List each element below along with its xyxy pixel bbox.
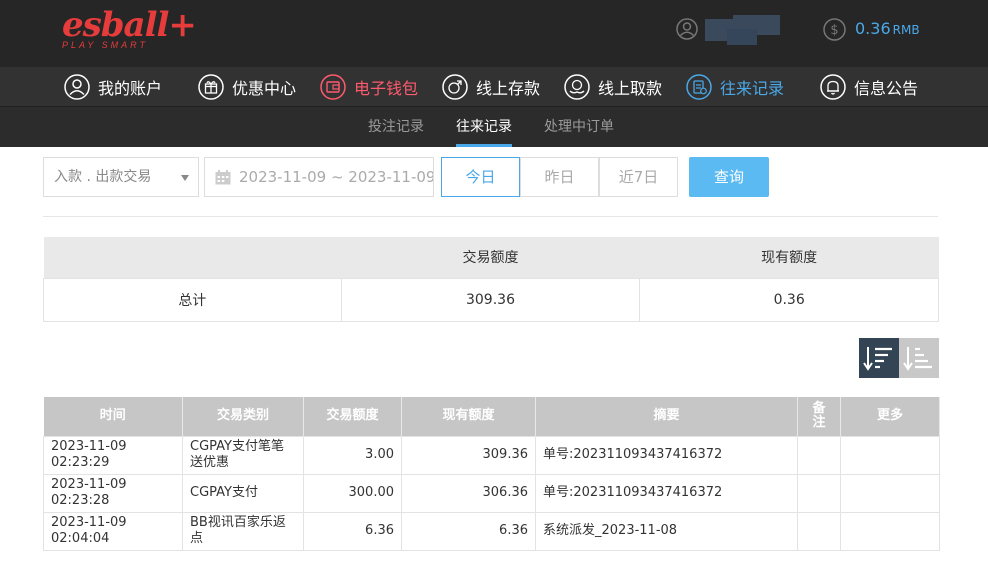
cell-more[interactable]	[840, 473, 940, 513]
cell-more[interactable]	[840, 511, 940, 551]
col-header-remark: 备注	[797, 397, 841, 436]
dollar-icon: $	[823, 18, 846, 41]
col-header-amount: 交易额度	[303, 397, 402, 436]
col-header-time: 时间	[43, 397, 183, 436]
nav-online-withdraw[interactable]: 线上取款	[564, 67, 662, 107]
subtab-pending-orders[interactable]: 处理中订单	[544, 107, 614, 147]
col-header-type: 交易类别	[182, 397, 304, 436]
cell-type: CGPAY支付笔笔送优惠	[182, 435, 304, 475]
balance-unit: RMB	[892, 23, 920, 37]
cell-amount: 6.36	[303, 511, 402, 551]
sort-descending-button[interactable]	[859, 338, 899, 378]
summary-total-amount: 309.36	[340, 277, 641, 322]
wallet-icon	[320, 74, 346, 100]
table-row: 2023-11-09 02:04:04 BB视讯百家乐返点 6.36 6.36 …	[43, 511, 940, 551]
cell-balance: 6.36	[401, 511, 536, 551]
deposit-icon	[442, 74, 468, 100]
balance-value: 0.36	[855, 19, 891, 38]
records-table: 时间 交易类别 交易额度 现有额度 摘要 备注 更多 2023-11-09 02…	[43, 397, 940, 551]
cell-summary: 系统派发_2023-11-08	[535, 511, 798, 551]
records-icon	[686, 74, 712, 100]
cell-balance: 306.36	[401, 473, 536, 513]
sub-nav: 投注记录 往来记录 处理中订单	[0, 107, 988, 147]
username-redacted	[705, 15, 780, 45]
cell-summary: 单号:202311093437416372	[535, 435, 798, 475]
date-range-input[interactable]: 2023-11-09 ~ 2023-11-09	[204, 157, 434, 197]
gift-icon	[198, 74, 224, 100]
nav-label: 线上取款	[598, 79, 663, 98]
table-row: 2023-11-09 02:23:28 CGPAY支付 300.00 306.3…	[43, 473, 940, 513]
table-row: 2023-11-09 02:23:29 CGPAY支付笔笔送优惠 3.00 30…	[43, 435, 940, 475]
summary-table: 交易额度 现有额度 总计 309.36 0.36	[43, 237, 939, 322]
nav-label: 我的账户	[98, 79, 163, 98]
cell-summary: 单号:202311093437416372	[535, 473, 798, 513]
today-button[interactable]: 今日	[441, 157, 520, 197]
summary-header-row: 交易额度 现有额度	[43, 237, 939, 278]
nav-label: 线上存款	[476, 79, 541, 98]
nav-label: 电子钱包	[354, 79, 419, 98]
cell-balance: 309.36	[401, 435, 536, 475]
svg-text:$: $	[830, 23, 838, 38]
summary-total-label: 总计	[43, 277, 342, 322]
col-header-balance: 现有额度	[401, 397, 536, 436]
subtab-bet-records[interactable]: 投注记录	[368, 107, 424, 147]
summary-header-balance: 现有额度	[639, 237, 939, 278]
summary-header-blank	[43, 237, 342, 278]
cell-time: 2023-11-09 02:23:28	[43, 473, 183, 513]
transaction-type-select[interactable]: 入款 . 出款交易	[43, 157, 199, 197]
nav-promotions[interactable]: 优惠中心	[198, 67, 296, 107]
caret-down-icon	[181, 175, 189, 181]
col-header-more: 更多	[840, 397, 940, 436]
cell-remark	[797, 473, 841, 513]
summary-header-amount: 交易额度	[341, 237, 640, 278]
nav-my-account[interactable]: 我的账户	[64, 67, 162, 107]
summary-row: 总计 309.36 0.36	[43, 277, 939, 322]
last-7-days-button[interactable]: 近7日	[599, 157, 678, 197]
cell-time: 2023-11-09 02:04:04	[43, 511, 183, 551]
logo-text: esball+	[62, 5, 197, 45]
user-icon	[64, 74, 90, 100]
subtab-transaction-records[interactable]: 往来记录	[456, 107, 512, 147]
top-header: esball+ PLAY SMART $ 0.36 RMB	[0, 0, 988, 67]
summary-total-balance: 0.36	[639, 277, 939, 322]
divider	[43, 216, 938, 217]
cell-type: BB视讯百家乐返点	[182, 511, 304, 551]
bell-icon	[820, 74, 846, 100]
main-nav: 我的账户 优惠中心 电子钱包 线上存款 线上取款 往来记录 信息公告	[0, 67, 988, 107]
calendar-icon	[215, 170, 231, 185]
user-avatar-icon[interactable]	[676, 18, 698, 40]
col-header-summary: 摘要	[535, 397, 798, 436]
nav-announcements[interactable]: 信息公告	[820, 67, 918, 107]
cell-amount: 3.00	[303, 435, 402, 475]
cell-remark	[797, 435, 841, 475]
nav-label: 往来记录	[720, 79, 785, 98]
cell-remark	[797, 511, 841, 551]
balance-display: 0.36 RMB	[855, 19, 920, 38]
yesterday-button[interactable]: 昨日	[520, 157, 599, 197]
sort-ascending-button[interactable]	[899, 338, 939, 378]
records-header-row: 时间 交易类别 交易额度 现有额度 摘要 备注 更多	[43, 397, 940, 436]
nav-online-deposit[interactable]: 线上存款	[442, 67, 540, 107]
sort-descending-icon	[863, 347, 892, 371]
nav-transaction-records[interactable]: 往来记录	[686, 67, 784, 107]
nav-e-wallet[interactable]: 电子钱包	[320, 67, 418, 107]
withdraw-icon	[564, 74, 590, 100]
cell-more[interactable]	[840, 435, 940, 475]
date-range-value: 2023-11-09 ~ 2023-11-09	[239, 168, 434, 186]
nav-label: 信息公告	[854, 79, 919, 98]
search-button[interactable]: 查询	[689, 157, 769, 197]
esball-logo[interactable]: esball+ PLAY SMART	[62, 5, 197, 50]
cell-amount: 300.00	[303, 473, 402, 513]
nav-label: 优惠中心	[232, 79, 297, 98]
select-value: 入款 . 出款交易	[54, 169, 152, 185]
cell-type: CGPAY支付	[182, 473, 304, 513]
sort-ascending-icon	[903, 347, 932, 371]
cell-time: 2023-11-09 02:23:29	[43, 435, 183, 475]
